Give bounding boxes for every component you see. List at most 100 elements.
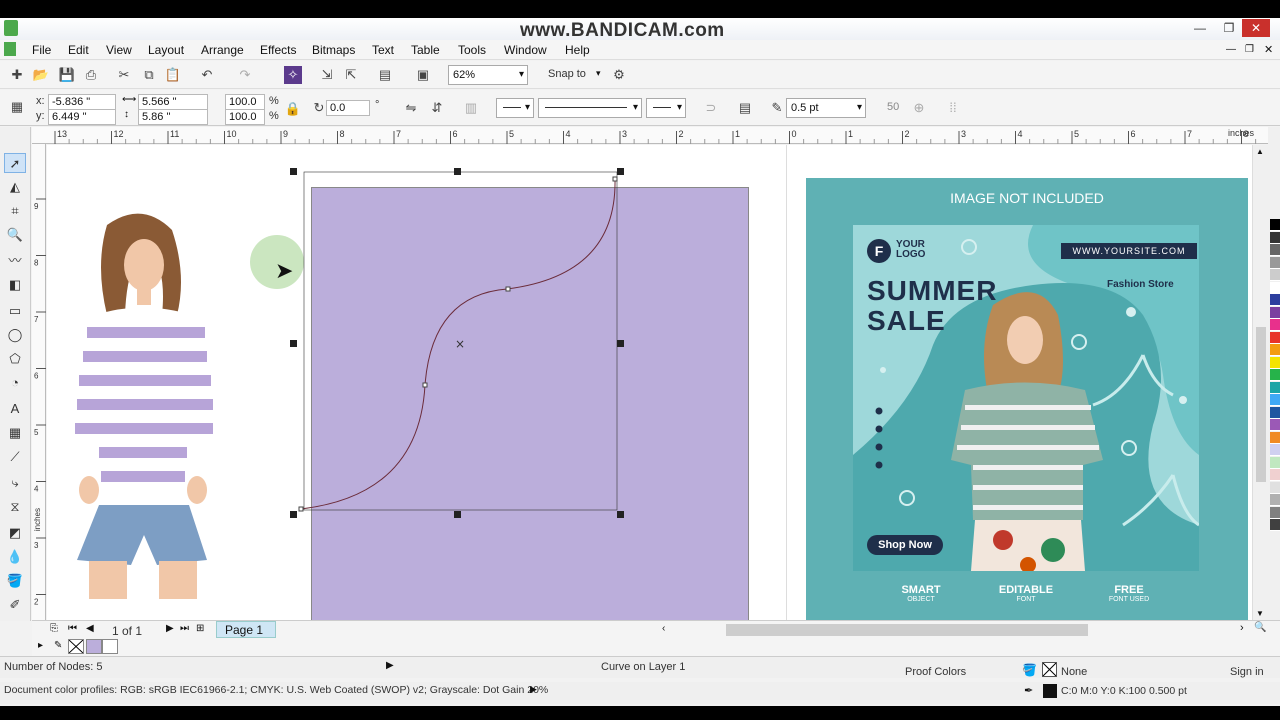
palette-swatch[interactable] (1270, 431, 1280, 444)
scale-width-field[interactable]: 100.0 (225, 94, 265, 110)
mirror-v-icon[interactable]: ⇵ (428, 99, 446, 117)
menu-layout[interactable]: Layout (148, 43, 184, 57)
palette-swatch[interactable] (1270, 269, 1280, 281)
close-button[interactable]: ✕ (1242, 19, 1270, 37)
profile-expand-icon[interactable]: ▶ (530, 684, 537, 695)
palette-swatch[interactable] (1270, 356, 1280, 369)
outline-pen-icon[interactable]: ✎ (768, 99, 786, 117)
page-options-icon[interactable]: ⎘ (50, 623, 58, 634)
import-icon[interactable]: ⇲ (318, 66, 336, 84)
snap-to-button[interactable]: Snap to (548, 68, 586, 80)
curve-node[interactable] (612, 176, 618, 182)
lavender-swatch[interactable] (86, 639, 102, 654)
cut-icon[interactable]: ✂ (115, 66, 133, 84)
drawing-canvas[interactable]: ➤ × IMAGE NOT INCLUDED F YOUR LOGO WWW.Y… (47, 145, 1268, 625)
menu-bitmaps[interactable]: Bitmaps (312, 43, 355, 57)
crop-tool-icon[interactable]: ⌗ (4, 201, 26, 221)
menu-effects[interactable]: Effects (260, 43, 296, 57)
palette-swatch[interactable] (1270, 256, 1280, 269)
selection-handle-br[interactable] (617, 511, 624, 518)
palette-swatch[interactable] (1270, 306, 1280, 319)
palette-swatch[interactable] (1270, 406, 1280, 419)
vertical-scroll-thumb[interactable] (1256, 327, 1266, 482)
x-position-field[interactable]: -5.836 " (48, 94, 116, 110)
undo-icon[interactable]: ↶ (198, 66, 216, 84)
rectangle-tool-icon[interactable]: ▭ (4, 301, 26, 321)
curve-node[interactable] (505, 286, 511, 292)
menu-table[interactable]: Table (411, 43, 440, 57)
smart-drawing-icon[interactable]: ✐ (4, 595, 26, 615)
y-position-field[interactable]: 6.449 " (48, 109, 116, 125)
rotation-field[interactable]: 0.0 (326, 100, 370, 116)
convert-icon[interactable]: ⁞⁞ (944, 99, 962, 117)
shape-tool-icon[interactable]: ◭ (4, 177, 26, 197)
scroll-down-icon[interactable]: ▼ (1256, 609, 1264, 618)
table-tool-icon[interactable]: ▦ (4, 423, 26, 443)
basic-shapes-icon[interactable]: ◔ (4, 373, 26, 393)
save-icon[interactable]: 💾 (58, 66, 76, 84)
doc-restore-icon[interactable]: ❐ (1245, 44, 1254, 55)
fill-none-swatch[interactable] (1042, 662, 1057, 677)
palette-swatch[interactable] (1270, 219, 1280, 231)
status-expand-icon[interactable]: ▶ (386, 660, 394, 671)
next-page-icon[interactable]: ▶ (166, 623, 174, 634)
paste-icon[interactable]: 📋 (164, 66, 182, 84)
selection-handle-tl[interactable] (290, 168, 297, 175)
selection-handle-bl[interactable] (290, 511, 297, 518)
freehand-tool-icon[interactable]: 〰 (4, 251, 26, 271)
line-style-dropdown[interactable] (538, 98, 642, 118)
maximize-button[interactable]: ❐ (1215, 19, 1243, 37)
redo-icon[interactable]: ↷ (236, 66, 254, 84)
scale-height-field[interactable]: 100.0 (225, 109, 265, 125)
palette-swatch[interactable] (1270, 481, 1280, 494)
start-arrow-dropdown[interactable] (496, 98, 534, 118)
smart-fill-icon[interactable]: ◧ (4, 275, 26, 295)
poster-preview[interactable]: IMAGE NOT INCLUDED F YOUR LOGO WWW.YOURS… (806, 178, 1248, 620)
first-page-icon[interactable]: ⏮ (68, 623, 77, 634)
add-page-icon[interactable]: ⊞ (196, 623, 204, 634)
selection-handle-tc[interactable] (454, 168, 461, 175)
palette-swatch[interactable] (1270, 331, 1280, 344)
palette-swatch[interactable] (1270, 444, 1280, 456)
ellipse-tool-icon[interactable]: ◯ (4, 325, 26, 345)
close-curve-icon[interactable]: ⊃ (702, 99, 720, 117)
curve-node[interactable] (422, 382, 428, 388)
proof-colors-toggle[interactable]: Proof Colors (905, 666, 966, 678)
end-arrow-dropdown[interactable] (646, 98, 686, 118)
copy-icon[interactable]: ⧉ (140, 66, 158, 84)
zoom-tool-icon[interactable]: 🔍 (4, 225, 26, 245)
position-icon[interactable]: ⊕ (910, 99, 928, 117)
blend-tool-icon[interactable]: ⧖ (4, 497, 26, 517)
menu-edit[interactable]: Edit (68, 43, 89, 57)
palette-swatch[interactable] (1270, 381, 1280, 394)
connector-tool-icon[interactable]: ⤷ (4, 473, 26, 493)
selection-handle-ml[interactable] (290, 340, 297, 347)
outline-color-swatch[interactable] (1043, 684, 1057, 698)
snap-chevron-icon[interactable]: ▾ (596, 68, 601, 79)
selection-handle-bc[interactable] (454, 511, 461, 518)
selection-handle-tr[interactable] (617, 168, 624, 175)
selected-curve[interactable]: × (287, 165, 647, 525)
new-icon[interactable]: ✚ (8, 66, 26, 84)
menu-window[interactable]: Window (504, 43, 547, 57)
palette-swatch[interactable] (1270, 506, 1280, 519)
eyedropper-tool-icon[interactable]: 💧 (4, 547, 26, 567)
polygon-tool-icon[interactable]: ⬠ (4, 349, 26, 369)
publish-pdf-icon[interactable]: ▤ (376, 66, 394, 84)
palette-swatch[interactable] (1270, 394, 1280, 406)
doc-minimize-icon[interactable]: — (1226, 44, 1236, 55)
sign-in-link[interactable]: Sign in (1230, 666, 1264, 678)
no-color-swatch[interactable] (68, 639, 84, 654)
palette-swatch[interactable] (1270, 456, 1280, 469)
vertical-scrollbar[interactable]: ▲ ▼ (1252, 145, 1268, 621)
lock-ratio-icon[interactable]: 🔒 (284, 100, 302, 118)
doc-close-icon[interactable]: ✕ (1264, 43, 1273, 56)
zoom-dropdown[interactable]: 62% (448, 65, 528, 85)
page-tab-1[interactable]: Page 1 (216, 621, 276, 638)
palette-swatch[interactable] (1270, 344, 1280, 356)
palette-menu-icon[interactable]: ▸ (38, 640, 43, 651)
export-icon[interactable]: ⇱ (342, 66, 360, 84)
color-profiles[interactable]: Document color profiles: RGB: sRGB IEC61… (4, 684, 548, 696)
palette-swatch[interactable] (1270, 231, 1280, 244)
palette-swatch[interactable] (1270, 419, 1280, 431)
